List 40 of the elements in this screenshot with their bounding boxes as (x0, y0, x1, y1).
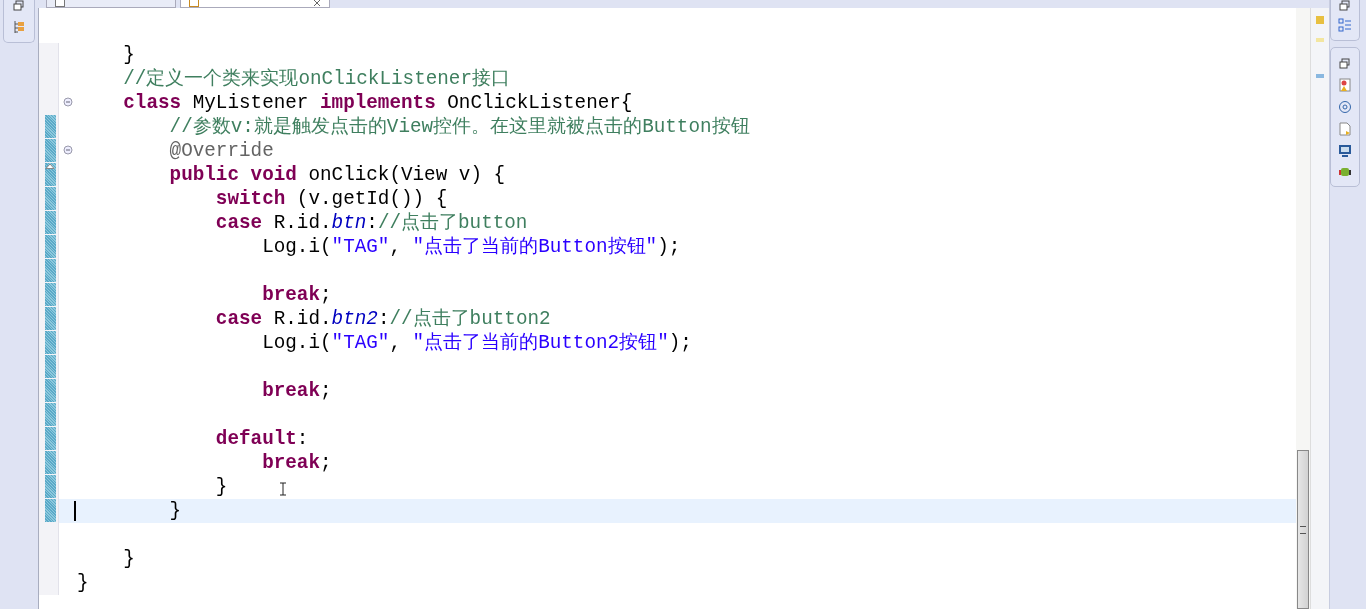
text-cursor (74, 501, 76, 521)
scrollbar[interactable] (1296, 8, 1310, 609)
occurrence-marker[interactable] (1316, 38, 1324, 42)
scrollbar-thumb[interactable] (1297, 450, 1309, 609)
code-line: } (77, 571, 89, 595)
code-line: class MyListener implements OnClickListener{ (122, 91, 633, 115)
code-line: switch (v.getId()) { (214, 187, 448, 211)
code-line: //定义一个类来实现onClickListener接口 (122, 67, 510, 91)
problems-icon[interactable] (1338, 78, 1352, 92)
code-line: default: (214, 427, 309, 451)
code-line: public void onClick(View v) { (168, 163, 506, 187)
code-line: } (168, 499, 182, 523)
code-line: } (122, 43, 135, 67)
collapse-icon[interactable] (63, 97, 73, 107)
outline-icon[interactable] (1338, 18, 1352, 32)
code-line: case R.id.btn://点击了button (214, 211, 528, 235)
close-icon[interactable] (313, 0, 321, 7)
restore-icon[interactable] (13, 0, 25, 12)
code-line: Log.i("TAG", "点击了当前的Button按钮"); (261, 235, 681, 259)
monitor-icon[interactable] (1338, 144, 1352, 158)
code-line: Log.i("TAG", "点击了当前的Button2按钮"); (261, 331, 692, 355)
occurrence-marker[interactable] (1316, 74, 1324, 78)
restore-icon[interactable] (1339, 58, 1351, 70)
mouse-cursor-icon (279, 482, 287, 496)
warning-marker[interactable] (1316, 16, 1324, 24)
code-line: case R.id.btn2://点击了button2 (214, 307, 551, 331)
code-line: @Override (168, 139, 274, 163)
robot-icon[interactable] (1338, 166, 1352, 178)
code-line: break; (261, 451, 332, 475)
code-line: break; (261, 283, 332, 307)
editor-tab[interactable] (180, 0, 330, 8)
document-icon[interactable] (1338, 122, 1352, 136)
code-line: //参数v:就是触发点击的View控件。在这里就被点击的Button按钮 (168, 115, 750, 139)
code-line: } (122, 547, 135, 571)
code-line: } (214, 475, 228, 499)
restore-icon[interactable] (1339, 0, 1351, 12)
hierarchy-icon[interactable] (13, 20, 25, 34)
code-line: break; (261, 379, 332, 403)
editor-tab[interactable] (46, 0, 176, 8)
collapse-icon[interactable] (63, 145, 73, 155)
